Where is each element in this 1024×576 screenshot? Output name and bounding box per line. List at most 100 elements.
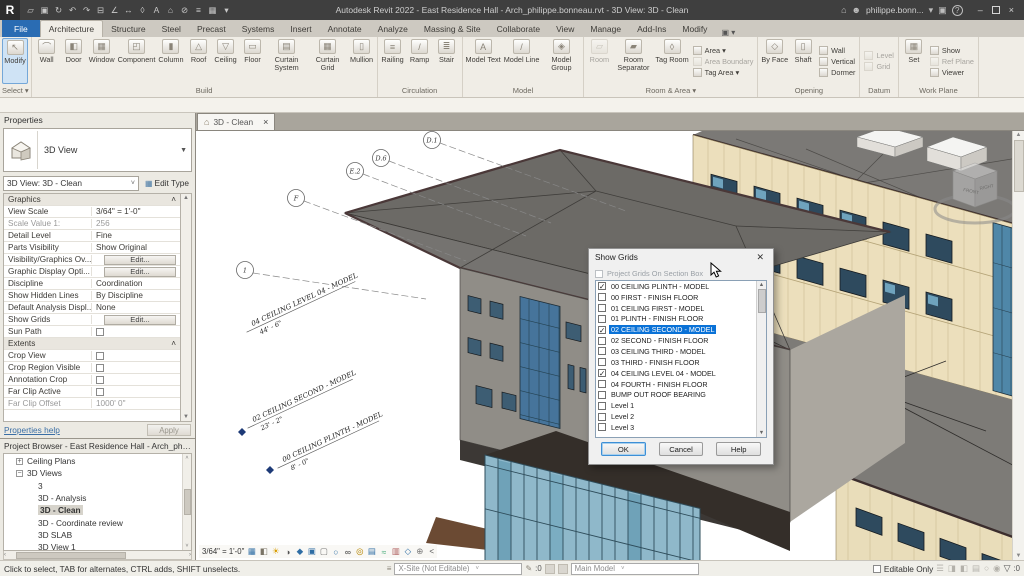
ribbon-button-viewer[interactable]: Viewer [929, 67, 974, 77]
ribbon-button-wall[interactable]: Wall [819, 45, 855, 55]
open-icon[interactable]: ▱ [24, 3, 37, 17]
section-graphics[interactable]: Graphics ˄ [4, 194, 180, 206]
ribbon-button-ref-plane[interactable]: Ref Plane [929, 56, 974, 66]
property-value[interactable]: By Discipline [92, 291, 180, 300]
sun-path-icon[interactable]: ☀ [270, 546, 281, 557]
panel-label-work-plane[interactable]: Work Plane [901, 84, 976, 97]
undo-icon[interactable]: ↶ [66, 3, 79, 17]
ribbon-button-dormer[interactable]: Dormer [819, 67, 855, 77]
workset-select[interactable]: X-Site (Not Editable) ˅ [394, 562, 523, 575]
tab-insert[interactable]: Insert [282, 20, 319, 37]
checkbox[interactable] [598, 412, 606, 421]
grid-item-02-second-finish-floor[interactable]: 02 SECOND - FINISH FLOOR [596, 335, 766, 346]
ribbon-button-grid[interactable]: Grid [864, 62, 893, 71]
qat-customize-icon[interactable]: ▾ [220, 3, 233, 17]
temporary-hide-isolate-icon[interactable]: ∞ [342, 546, 353, 557]
checkbox[interactable] [96, 363, 104, 372]
tree-expander-icon[interactable]: − [16, 469, 23, 477]
view-instance-select[interactable]: 3D View: 3D - Clean ˅ [3, 175, 139, 191]
checkbox[interactable]: ✓ [598, 369, 606, 377]
grid-item-bump-out-roof-bearing[interactable]: BUMP OUT ROOF BEARING [596, 389, 766, 400]
property-value[interactable] [92, 387, 180, 396]
checkbox[interactable] [96, 327, 104, 336]
crop-view-icon[interactable]: ▣ [306, 546, 317, 557]
user-name[interactable]: philippe.bonn... [866, 5, 924, 15]
text-icon[interactable]: A [150, 3, 163, 17]
search-icon[interactable]: ⌂ [841, 5, 846, 15]
ribbon-button-by-face[interactable]: ◇ By Face [760, 38, 789, 84]
section-icon[interactable]: ⊘ [178, 3, 191, 17]
grid-item-03-ceiling-third-model[interactable]: 03 CEILING THIRD - MODEL [596, 346, 766, 357]
ribbon-button-curtain-grid[interactable]: ▦ Curtain Grid [308, 38, 348, 84]
ribbon-button-set[interactable]: ▦ Set [901, 38, 927, 84]
ribbon-button-modify[interactable]: ↖ Modify [2, 38, 28, 84]
restore-button[interactable] [991, 6, 1000, 14]
browser-item-3d-view-1[interactable]: 3D View 1 [4, 541, 182, 550]
grid-item-04-fourth-finish-floor[interactable]: 04 FOURTH - FINISH FLOOR [596, 379, 766, 390]
checkbox[interactable] [598, 401, 606, 410]
editing-requests-icon[interactable]: ◨ [948, 563, 956, 574]
properties-scrollbar[interactable]: ▲ ▼ [181, 193, 192, 422]
ribbon-button-model-group[interactable]: ◈ Model Group [541, 38, 581, 84]
ribbon-button-show[interactable]: Show [929, 45, 974, 55]
help-button[interactable]: Help [716, 442, 762, 456]
tab-view[interactable]: View [548, 20, 582, 37]
select-underlay-icon[interactable]: ▤ [972, 563, 980, 574]
ribbon-button-ceiling[interactable]: ▽ Ceiling [213, 38, 239, 84]
user-dropdown-icon[interactable]: ▾ [929, 5, 934, 16]
ribbon-button-shaft[interactable]: ▯ Shaft [790, 38, 816, 84]
property-value[interactable]: Fine [92, 231, 180, 240]
ribbon-button-ramp[interactable]: / Ramp [407, 38, 433, 84]
cancel-button[interactable]: Cancel [658, 442, 704, 456]
worksharing-display-icon[interactable]: ☰ [936, 563, 944, 574]
minimize-button[interactable]: – [978, 5, 983, 15]
analytical-model-icon[interactable]: ≈ [378, 546, 389, 557]
browser-item-3[interactable]: 3 [4, 480, 182, 492]
displacement-sets-icon[interactable]: ▥ [390, 546, 401, 557]
user-avatar-icon[interactable]: ☻ [852, 5, 861, 15]
checkbox[interactable] [598, 293, 606, 302]
property-value[interactable]: Show Original [92, 243, 180, 252]
measure-icon[interactable]: ∠ [108, 3, 121, 17]
grid-item-01-ceiling-first-model[interactable]: 01 CEILING FIRST - MODEL [596, 303, 766, 314]
tab-steel[interactable]: Steel [154, 20, 189, 37]
grid-item-level-1[interactable]: Level 1 [596, 400, 766, 411]
section-collapse-icon[interactable]: ˄ [171, 339, 176, 348]
checkbox[interactable] [598, 347, 606, 356]
editing-requests-icon[interactable]: ✎ [525, 564, 532, 573]
ribbon-button-mullion[interactable]: ▯ Mullion [349, 38, 375, 84]
checkbox[interactable] [598, 314, 606, 323]
panel-label-build[interactable]: Build [34, 84, 375, 97]
property-value[interactable]: 1000' 0" [92, 399, 180, 408]
revit-logo[interactable]: R [0, 0, 20, 20]
checkbox[interactable] [96, 351, 104, 360]
properties-help-link[interactable]: Properties help [4, 425, 60, 435]
redo-icon[interactable]: ↷ [80, 3, 93, 17]
worksharing-display-icon[interactable]: ⊕ [414, 546, 425, 557]
filter-icon[interactable]: ▽ [1004, 563, 1011, 574]
edit-button[interactable]: Edit... [104, 314, 176, 325]
property-value[interactable]: Edit... [92, 266, 180, 277]
properties-header[interactable]: Properties [0, 113, 195, 127]
ribbon-button-room[interactable]: ▱ Room [586, 38, 612, 84]
ribbon-button-railing[interactable]: ≡ Railing [380, 38, 406, 84]
checkbox[interactable] [96, 387, 104, 396]
property-value[interactable]: Edit... [92, 314, 180, 325]
canvas-vscrollbar[interactable]: ▲ ▼ [1012, 131, 1024, 560]
property-value[interactable]: 256 [92, 219, 180, 228]
type-selector[interactable]: 3D View ▼ [3, 128, 192, 172]
checkbox[interactable] [598, 423, 606, 432]
temporary-view-properties-icon[interactable]: ▤ [366, 546, 377, 557]
design-options-icon[interactable] [544, 563, 555, 574]
property-value[interactable] [92, 351, 180, 360]
ribbon-button-floor[interactable]: ▭ Floor [240, 38, 266, 84]
grid-item-04-ceiling-level-04-model[interactable]: ✓ 04 CEILING LEVEL 04 - MODEL [596, 368, 766, 379]
browser-item-3d-clean[interactable]: 3D - Clean [4, 504, 182, 516]
ribbon-button-vertical[interactable]: Vertical [819, 56, 855, 66]
grid-item-03-third-finish-floor[interactable]: 03 THIRD - FINISH FLOOR [596, 357, 766, 368]
section-extents[interactable]: Extents ˄ [4, 338, 180, 350]
save-icon[interactable]: ▣ [38, 3, 51, 17]
tab-collaborate[interactable]: Collaborate [489, 20, 548, 37]
property-value[interactable] [92, 375, 180, 384]
ribbon-button-column[interactable]: ▮ Column [157, 38, 184, 84]
